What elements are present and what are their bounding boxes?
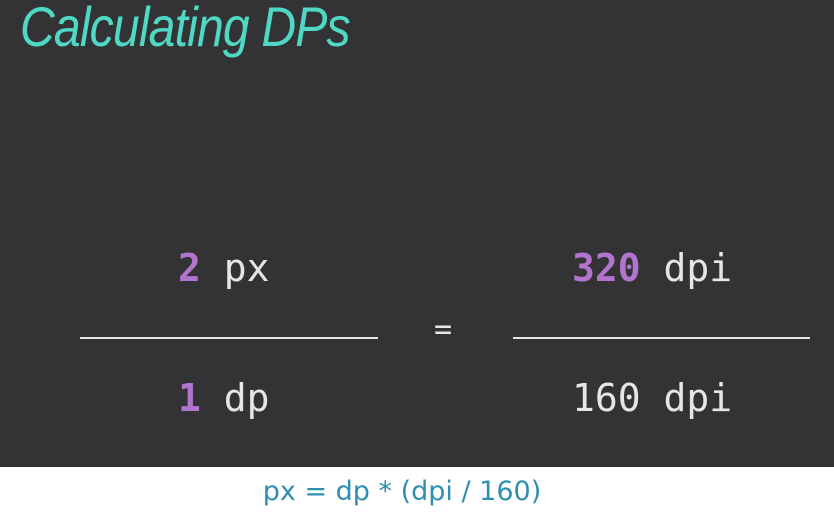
equals-sign: = <box>434 312 453 347</box>
slide-title: Calculating DPs <box>20 0 351 58</box>
right-denominator: 160 dpi <box>572 376 733 420</box>
formula-caption: px = dp * (dpi / 160) <box>262 476 542 507</box>
left-denominator: 1 dp <box>178 376 270 420</box>
right-numerator-unit: dpi <box>640 246 733 290</box>
left-denominator-value: 1 <box>178 376 201 420</box>
left-denominator-unit: dp <box>200 376 270 420</box>
left-numerator-value: 2 <box>178 246 201 290</box>
left-numerator: 2 px <box>178 246 270 290</box>
right-numerator-value: 320 <box>572 246 641 290</box>
left-numerator-unit: px <box>200 246 270 290</box>
right-fraction-bar <box>513 337 810 339</box>
slide-panel: Calculating DPs 2 px 1 dp = 320 dpi 160 … <box>0 0 834 467</box>
left-fraction-bar <box>80 337 378 339</box>
right-numerator: 320 dpi <box>572 246 732 290</box>
